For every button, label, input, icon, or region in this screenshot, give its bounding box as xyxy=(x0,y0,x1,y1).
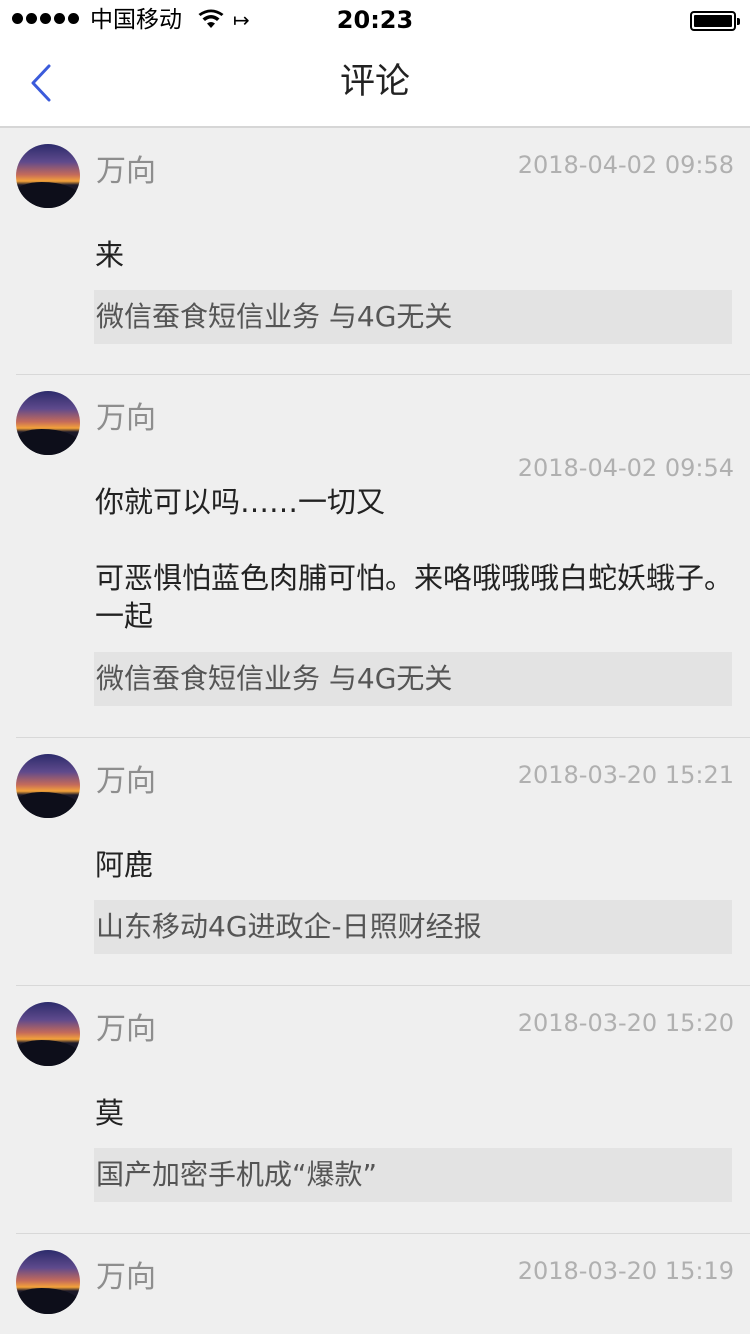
comment-time: 2018-04-02 09:58 xyxy=(517,151,734,179)
source-article-link[interactable]: 山东移动4G进政企-日照财经报 xyxy=(94,900,732,954)
comment-list: 万向 2018-04-02 09:58 来 微信蚕食短信业务 与4G无关 万向 … xyxy=(0,128,750,1334)
avatar[interactable] xyxy=(16,144,80,208)
comment-item: 万向 2018-04-02 09:54 你就可以吗……一切又 可恶惧怕蓝色肉脯可… xyxy=(16,375,750,738)
comment-text: 你就可以吗……一切又 可恶惧怕蓝色肉脯可怕。来咯哦哦哦白蛇妖蛾子。一起 xyxy=(95,485,734,633)
comment-item: 万向 2018-04-02 09:58 来 微信蚕食短信业务 与4G无关 xyxy=(16,128,750,375)
comment-text: 阿鹿 xyxy=(95,848,154,882)
status-time: 20:23 xyxy=(336,6,414,34)
comment-text: 来 xyxy=(95,238,125,272)
comment-author: 万向 xyxy=(96,401,156,436)
comment-author: 万向 xyxy=(96,154,156,189)
comment-time: 2018-03-20 15:19 xyxy=(517,1257,734,1285)
comment-item: 万向 2018-03-20 15:20 莫 国产加密手机成“爆款” xyxy=(16,986,750,1234)
avatar[interactable] xyxy=(16,391,80,455)
avatar[interactable] xyxy=(16,1250,80,1314)
status-bar: 中国移动 ↦ 20:23 xyxy=(0,0,750,40)
battery-icon xyxy=(690,11,740,31)
avatar[interactable] xyxy=(16,754,80,818)
comment-time: 2018-03-20 15:20 xyxy=(517,1009,734,1037)
source-article-link[interactable]: 微信蚕食短信业务 与4G无关 xyxy=(94,652,732,706)
source-article-link[interactable]: 微信蚕食短信业务 与4G无关 xyxy=(94,290,732,344)
navigation-bar: 评论 xyxy=(0,40,750,128)
source-article-link[interactable]: 国产加密手机成“爆款” xyxy=(94,1148,732,1202)
page-title: 评论 xyxy=(339,62,410,102)
comment-author: 万向 xyxy=(96,1012,156,1047)
comment-author: 万向 xyxy=(96,1260,156,1295)
comment-time: 2018-03-20 15:21 xyxy=(517,761,734,789)
comment-text: 莫 xyxy=(95,1096,125,1130)
comment-item: 万向 2018-03-20 15:21 阿鹿 山东移动4G进政企-日照财经报 xyxy=(16,738,750,986)
avatar[interactable] xyxy=(16,1002,80,1066)
comment-time: 2018-04-02 09:54 xyxy=(517,454,734,482)
comment-author: 万向 xyxy=(96,764,156,799)
comment-item: 万向 2018-03-20 15:19 xyxy=(16,1234,750,1334)
